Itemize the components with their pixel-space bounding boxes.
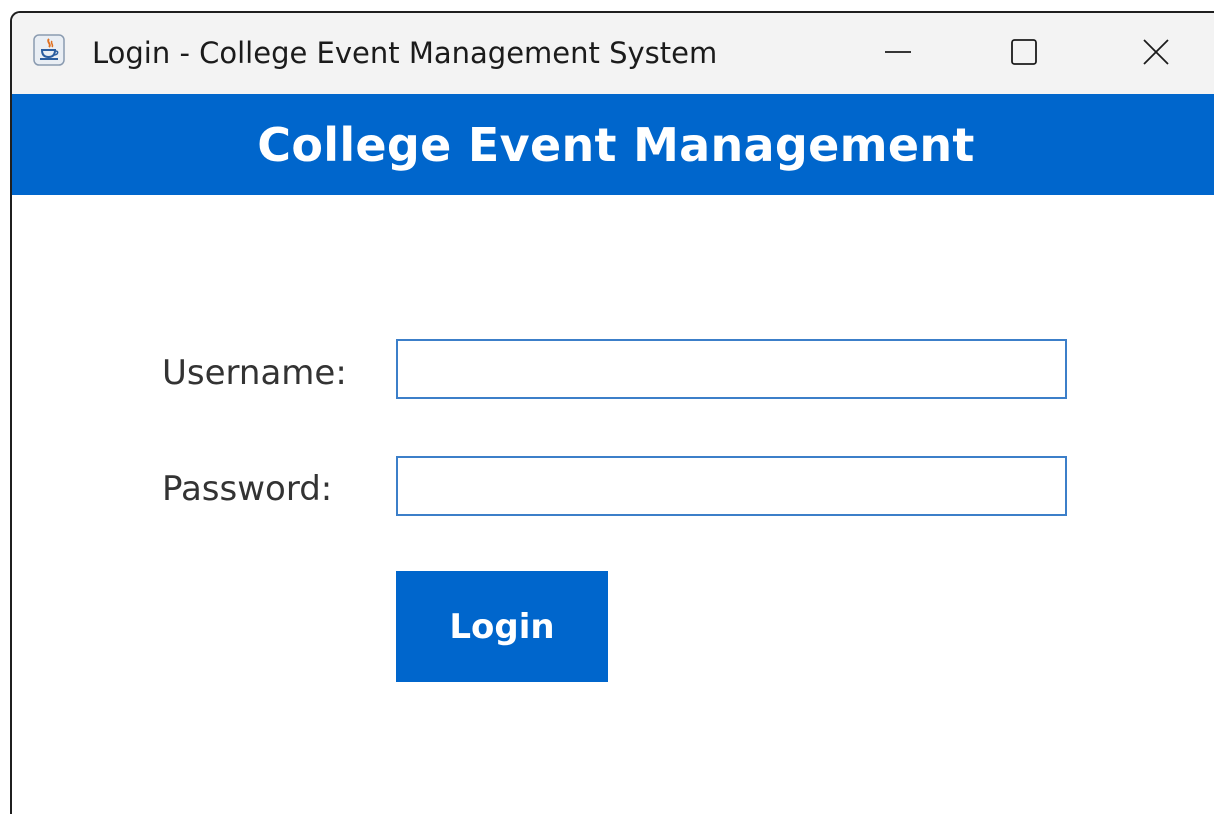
close-icon <box>1141 37 1171 71</box>
maximize-icon <box>1009 37 1039 71</box>
maximize-button[interactable] <box>974 13 1074 94</box>
password-input[interactable] <box>396 456 1067 516</box>
minimize-button[interactable] <box>848 13 948 94</box>
username-label: Username: <box>162 353 347 393</box>
page-title: College Event Management <box>257 117 975 172</box>
header-banner: College Event Management <box>12 94 1214 195</box>
login-button[interactable]: Login <box>396 571 608 682</box>
title-bar[interactable]: Login - College Event Management System <box>12 13 1214 94</box>
password-label: Password: <box>162 469 333 509</box>
close-button[interactable] <box>1106 13 1206 94</box>
username-input[interactable] <box>396 339 1067 399</box>
java-icon[interactable] <box>33 34 65 66</box>
window-title: Login - College Event Management System <box>92 36 718 70</box>
minimize-icon <box>883 37 913 71</box>
login-window: Login - College Event Management System <box>10 11 1214 814</box>
